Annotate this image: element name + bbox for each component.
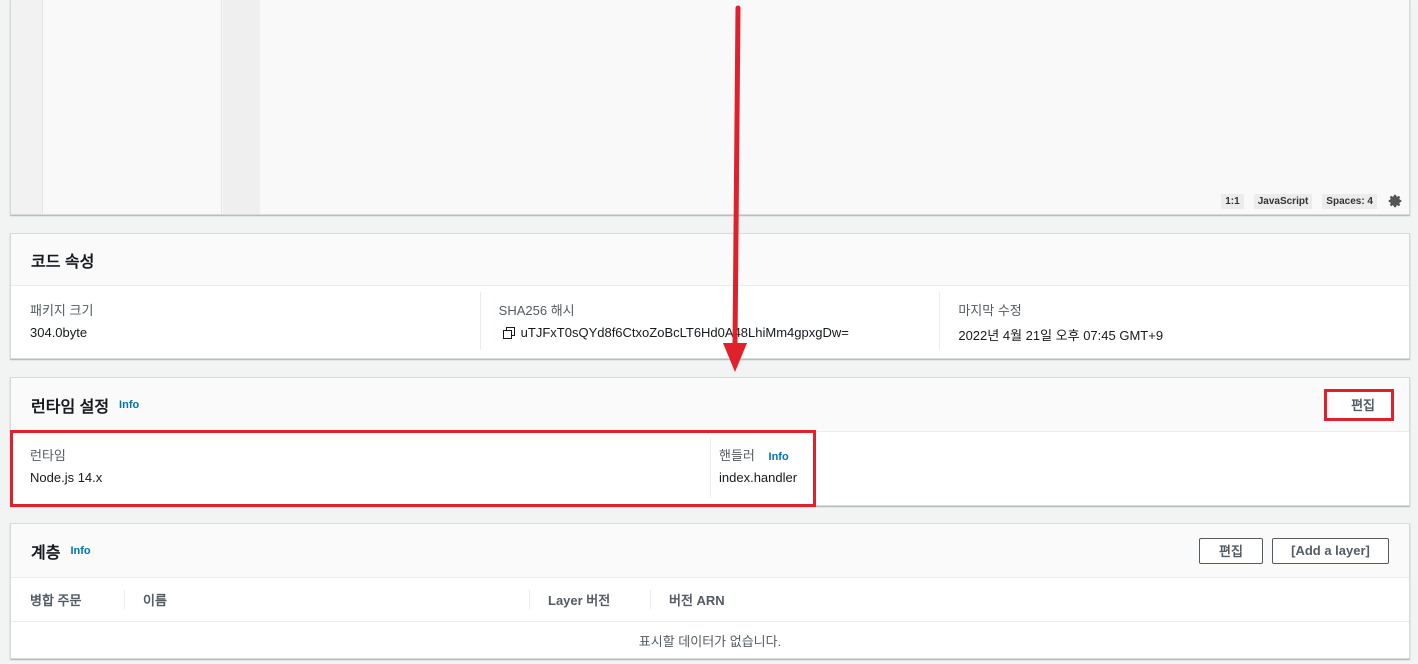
annotation-arrow [723,5,747,372]
lambda-console-page: 1:1 JavaScript Spaces: 4 코드 속성 패키지 크기 30… [0,0,1418,664]
